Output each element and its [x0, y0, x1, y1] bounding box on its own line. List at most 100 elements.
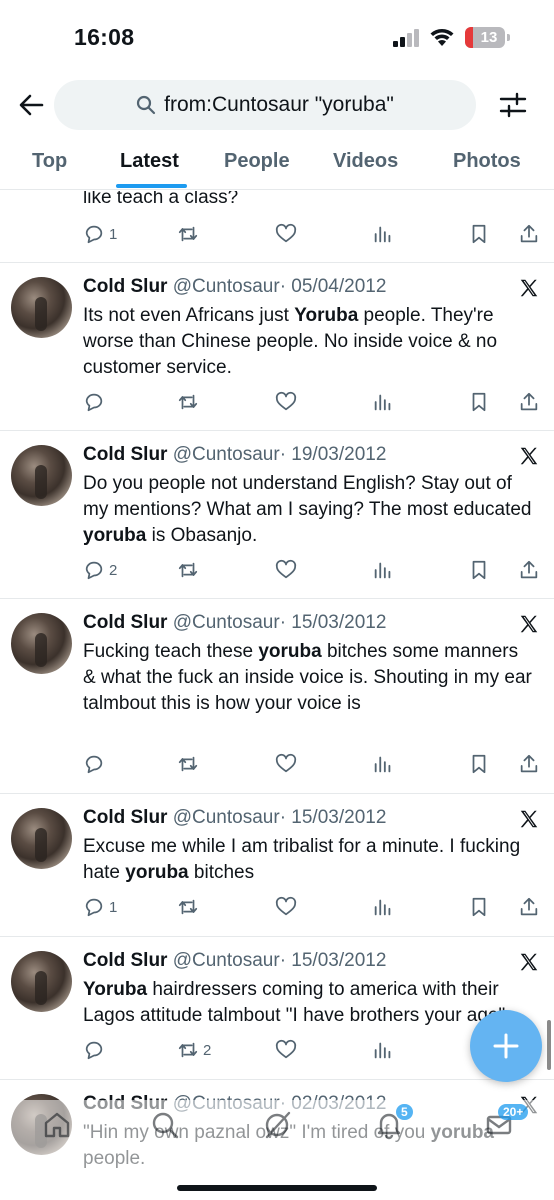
- bar-chart-icon: [374, 1042, 391, 1059]
- battery-indicator: 13: [465, 27, 510, 48]
- avatar[interactable]: [11, 613, 72, 674]
- handle[interactable]: @Cuntosaur: [173, 276, 280, 297]
- tab-top[interactable]: Top: [32, 150, 67, 173]
- views-button[interactable]: [372, 751, 394, 777]
- like-button[interactable]: [275, 894, 297, 920]
- bookmark-icon: [472, 392, 486, 412]
- wifi-icon: [430, 29, 454, 46]
- retweet-button[interactable]: [177, 557, 203, 583]
- search-icon[interactable]: [150, 1110, 180, 1140]
- reply-icon: [85, 225, 103, 244]
- tweet-card[interactable]: Cold Slur @Cuntosaur· 05/04/2012 Its not…: [0, 263, 554, 431]
- separator-dot: ·: [279, 612, 287, 633]
- messages-badge: 20+: [498, 1104, 529, 1120]
- display-name[interactable]: Cold Slur: [83, 612, 167, 633]
- avatar[interactable]: [11, 445, 72, 506]
- tab-videos[interactable]: Videos: [333, 150, 398, 173]
- tweet-partial[interactable]: like teach a class? 1: [0, 191, 554, 263]
- sliders-icon[interactable]: [498, 90, 528, 120]
- tweet-date[interactable]: 19/03/2012: [291, 444, 386, 465]
- x-logo-icon: [520, 615, 538, 633]
- home-icon[interactable]: [42, 1110, 72, 1140]
- share-button[interactable]: [518, 221, 540, 247]
- handle[interactable]: @Cuntosaur: [173, 444, 280, 465]
- bookmark-icon: [472, 754, 486, 774]
- separator-dot: ·: [279, 807, 287, 828]
- views-button[interactable]: [372, 894, 394, 920]
- retweet-icon: [178, 899, 198, 915]
- retweet-button[interactable]: [177, 389, 203, 415]
- reply-button[interactable]: 2: [83, 557, 117, 583]
- tweet-card[interactable]: Cold Slur @Cuntosaur· 15/03/2012 Yoruba …: [0, 937, 554, 1080]
- home-indicator: [177, 1185, 377, 1191]
- display-name[interactable]: Cold Slur: [83, 276, 167, 297]
- share-icon: [520, 560, 538, 579]
- tweet-text-part: Its not even Africans just: [83, 305, 295, 326]
- search-input[interactable]: from:Cuntosaur "yoruba": [54, 80, 476, 130]
- reply-button[interactable]: [83, 751, 109, 777]
- bookmark-button[interactable]: [468, 557, 490, 583]
- bookmark-button[interactable]: [468, 751, 490, 777]
- plus-icon: [493, 1033, 519, 1059]
- share-button[interactable]: [518, 751, 540, 777]
- display-name[interactable]: Cold Slur: [83, 444, 167, 465]
- tweet-text: Excuse me while I am tribalist for a min…: [83, 834, 533, 886]
- avatar[interactable]: [11, 951, 72, 1012]
- reply-button[interactable]: [83, 1037, 109, 1063]
- retweet-button[interactable]: [177, 894, 203, 920]
- compose-button[interactable]: [470, 1010, 542, 1082]
- share-button[interactable]: [518, 389, 540, 415]
- retweet-button[interactable]: 2: [177, 1037, 211, 1063]
- tab-photos[interactable]: Photos: [453, 150, 521, 173]
- tab-latest[interactable]: Latest: [120, 150, 179, 173]
- reply-button[interactable]: [83, 389, 109, 415]
- views-button[interactable]: [372, 389, 394, 415]
- tweet-date[interactable]: 05/04/2012: [291, 276, 386, 297]
- views-button[interactable]: [372, 1037, 394, 1063]
- bar-chart-icon: [374, 394, 391, 411]
- reply-icon: [85, 393, 103, 412]
- tweet-date[interactable]: 15/03/2012: [291, 612, 386, 633]
- bookmark-button[interactable]: [468, 221, 490, 247]
- bookmark-button[interactable]: [468, 389, 490, 415]
- handle[interactable]: @Cuntosaur: [173, 950, 280, 971]
- tweet-date[interactable]: 15/03/2012: [291, 807, 386, 828]
- views-button[interactable]: [372, 221, 394, 247]
- like-button[interactable]: [275, 557, 297, 583]
- status-bar: 16:08 13: [0, 0, 554, 78]
- handle[interactable]: @Cuntosaur: [173, 807, 280, 828]
- retweet-button[interactable]: [177, 751, 203, 777]
- heart-icon: [275, 391, 297, 411]
- tweet-card[interactable]: Cold Slur @Cuntosaur· 19/03/2012 Do you …: [0, 431, 554, 599]
- tweet-card[interactable]: Cold Slur @Cuntosaur· 15/03/2012 Fucking…: [0, 599, 554, 794]
- reply-button[interactable]: 1: [83, 221, 117, 247]
- bookmark-icon: [472, 560, 486, 580]
- avatar[interactable]: [11, 277, 72, 338]
- display-name[interactable]: Cold Slur: [83, 807, 167, 828]
- heart-icon: [275, 559, 297, 579]
- share-button[interactable]: [518, 894, 540, 920]
- tweet-card[interactable]: Cold Slur @Cuntosaur· 15/03/2012 Excuse …: [0, 794, 554, 937]
- tweet-header: Cold Slur @Cuntosaur· 19/03/2012: [83, 444, 386, 466]
- bookmark-button[interactable]: [468, 894, 490, 920]
- tweet-date[interactable]: 15/03/2012: [291, 950, 386, 971]
- retweet-button[interactable]: [177, 221, 199, 247]
- tweet-text: Yoruba hairdressers coming to america wi…: [83, 977, 533, 1029]
- like-button[interactable]: [275, 221, 297, 247]
- x-logo-icon: [520, 810, 538, 828]
- like-button[interactable]: [275, 389, 297, 415]
- grok-icon[interactable]: [262, 1110, 292, 1140]
- display-name[interactable]: Cold Slur: [83, 950, 167, 971]
- like-button[interactable]: [275, 1037, 297, 1063]
- avatar[interactable]: [11, 808, 72, 869]
- search-term-highlight: yoruba: [258, 641, 322, 662]
- tab-people[interactable]: People: [224, 150, 290, 173]
- arrow-left-icon[interactable]: [16, 90, 46, 120]
- share-button[interactable]: [518, 557, 540, 583]
- bar-chart-icon: [374, 562, 391, 579]
- handle[interactable]: @Cuntosaur: [173, 612, 280, 633]
- views-button[interactable]: [372, 557, 394, 583]
- like-button[interactable]: [275, 751, 297, 777]
- scrollbar[interactable]: [547, 1020, 551, 1070]
- reply-button[interactable]: 1: [83, 894, 117, 920]
